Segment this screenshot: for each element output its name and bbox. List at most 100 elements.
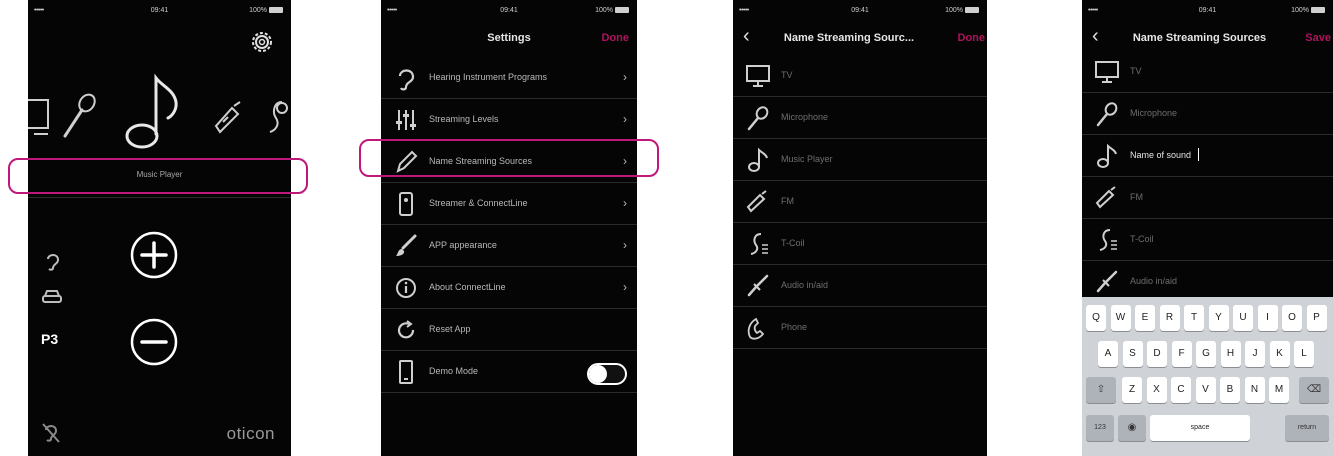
demo-mode-toggle[interactable] bbox=[587, 363, 627, 385]
source-item-label: Audio in/aid bbox=[781, 280, 829, 290]
chevron-right-icon: › bbox=[623, 112, 627, 126]
key-z[interactable]: Z bbox=[1122, 377, 1142, 403]
key-j[interactable]: J bbox=[1245, 341, 1265, 367]
settings-item-label: Demo Mode bbox=[429, 366, 479, 376]
mute-icon[interactable] bbox=[42, 422, 60, 444]
battery-indicator: 100% bbox=[945, 7, 979, 14]
tv-icon bbox=[746, 65, 770, 87]
key-r[interactable]: R bbox=[1159, 305, 1180, 331]
settings-icon[interactable] bbox=[250, 30, 274, 54]
key-o[interactable]: O bbox=[1282, 305, 1302, 331]
save-button[interactable]: Save bbox=[1305, 32, 1331, 44]
status-bar: ••••• 09:41 100% bbox=[733, 0, 987, 20]
source-item-music-player[interactable]: Music Player bbox=[733, 140, 987, 181]
source-item-music-player-editing[interactable]: Name of sound bbox=[1082, 136, 1333, 177]
tv-icon[interactable] bbox=[28, 98, 50, 138]
source-item-label: T-Coil bbox=[781, 238, 805, 248]
source-item-label: FM bbox=[781, 196, 794, 206]
nav-bar: Settings Done bbox=[381, 22, 637, 54]
fm-icon bbox=[746, 190, 767, 213]
status-bar: ••••• 09:41 100% bbox=[28, 0, 291, 20]
globe-icon[interactable]: ◉ bbox=[1118, 415, 1146, 441]
volume-up-button[interactable] bbox=[129, 230, 179, 280]
source-item-phone[interactable]: Phone bbox=[733, 308, 987, 349]
chevron-right-icon: › bbox=[623, 196, 627, 210]
key-m[interactable]: M bbox=[1269, 377, 1289, 403]
key-f[interactable]: F bbox=[1171, 341, 1192, 367]
source-item-label: Phone bbox=[781, 322, 808, 332]
settings-item-app-appearance[interactable]: APP appearance › bbox=[381, 226, 637, 267]
fm-icon[interactable] bbox=[214, 100, 244, 136]
settings-item-label: APP appearance bbox=[429, 240, 497, 250]
done-button[interactable]: Done bbox=[602, 32, 630, 44]
screen-name-streaming-sources: ••••• 09:41 100% ‹ Name Streaming Sourc.… bbox=[733, 0, 987, 456]
source-item-label: Microphone bbox=[781, 112, 829, 122]
battery-indicator: 100% bbox=[595, 7, 629, 14]
music-note-icon[interactable] bbox=[122, 72, 182, 152]
key-c[interactable]: C bbox=[1171, 377, 1191, 403]
source-item-tcoil[interactable]: T-Coil bbox=[1082, 220, 1333, 261]
source-item-tv[interactable]: TV bbox=[733, 56, 987, 97]
settings-item-streamer-connectline[interactable]: Streamer & ConnectLine › bbox=[381, 184, 637, 225]
highlight-current-source bbox=[8, 158, 308, 194]
key-q[interactable]: Q bbox=[1086, 305, 1106, 331]
brush-icon bbox=[396, 234, 417, 256]
back-icon[interactable]: ‹ bbox=[1092, 26, 1099, 46]
shift-key[interactable]: ⇧ bbox=[1086, 377, 1116, 403]
return-key[interactable]: return bbox=[1285, 415, 1329, 441]
key-b[interactable]: B bbox=[1220, 377, 1240, 403]
source-item-audio-in[interactable]: Audio in/aid bbox=[733, 266, 987, 307]
telecoil-icon[interactable] bbox=[262, 98, 291, 138]
key-s[interactable]: S bbox=[1122, 341, 1143, 367]
reset-icon bbox=[397, 320, 415, 339]
key-u[interactable]: U bbox=[1233, 305, 1253, 331]
settings-item-streaming-levels[interactable]: Streaming Levels › bbox=[381, 100, 637, 141]
settings-item-reset-app[interactable]: Reset App bbox=[381, 310, 637, 351]
source-item-microphone[interactable]: Microphone bbox=[1082, 94, 1333, 135]
key-l[interactable]: L bbox=[1294, 341, 1314, 367]
source-item-microphone[interactable]: Microphone bbox=[733, 98, 987, 139]
source-name-input[interactable]: Name of sound bbox=[1130, 150, 1191, 160]
key-y[interactable]: Y bbox=[1208, 305, 1229, 331]
nav-bar: ‹ Name Streaming Sourc... Done bbox=[733, 22, 987, 54]
key-g[interactable]: G bbox=[1196, 341, 1216, 367]
done-button[interactable]: Done bbox=[958, 32, 986, 44]
key-x[interactable]: X bbox=[1146, 377, 1167, 403]
back-icon[interactable]: ‹ bbox=[743, 26, 750, 46]
info-icon bbox=[396, 278, 416, 298]
status-bar: ••••• 09:41 100% bbox=[1082, 0, 1333, 20]
source-item-fm[interactable]: FM bbox=[1082, 178, 1333, 219]
key-n[interactable]: N bbox=[1244, 377, 1265, 403]
volume-down-button[interactable] bbox=[129, 317, 179, 367]
source-item-tv[interactable]: TV bbox=[1082, 52, 1333, 93]
music-note-icon bbox=[748, 147, 768, 172]
car-icon bbox=[42, 290, 62, 303]
key-v[interactable]: V bbox=[1195, 377, 1216, 403]
page-title: Settings bbox=[487, 32, 531, 44]
text-cursor bbox=[1198, 148, 1199, 161]
streamer-icon bbox=[399, 192, 413, 216]
settings-item-hearing-programs[interactable]: Hearing Instrument Programs › bbox=[381, 58, 637, 99]
key-p[interactable]: P bbox=[1306, 305, 1327, 331]
key-i[interactable]: I bbox=[1257, 305, 1278, 331]
numbers-key[interactable]: 123 bbox=[1086, 415, 1114, 441]
chevron-right-icon: › bbox=[623, 70, 627, 84]
key-e[interactable]: E bbox=[1135, 305, 1155, 331]
microphone-icon[interactable] bbox=[61, 92, 97, 140]
source-item-tcoil[interactable]: T-Coil bbox=[733, 224, 987, 265]
source-item-fm[interactable]: FM bbox=[733, 182, 987, 223]
key-a[interactable]: A bbox=[1098, 341, 1118, 367]
key-d[interactable]: D bbox=[1147, 341, 1167, 367]
source-item-label: FM bbox=[1130, 192, 1143, 202]
microphone-icon bbox=[747, 106, 769, 131]
key-w[interactable]: W bbox=[1110, 305, 1131, 331]
settings-item-about-connectline[interactable]: About ConnectLine › bbox=[381, 268, 637, 309]
key-h[interactable]: H bbox=[1220, 341, 1241, 367]
settings-item-label: Streamer & ConnectLine bbox=[429, 198, 528, 208]
key-k[interactable]: K bbox=[1269, 341, 1290, 367]
space-key[interactable]: space bbox=[1150, 415, 1250, 441]
sliders-icon bbox=[396, 110, 416, 130]
key-t[interactable]: T bbox=[1184, 305, 1204, 331]
ear-icon bbox=[398, 69, 415, 91]
backspace-key[interactable]: ⌫ bbox=[1299, 377, 1329, 403]
